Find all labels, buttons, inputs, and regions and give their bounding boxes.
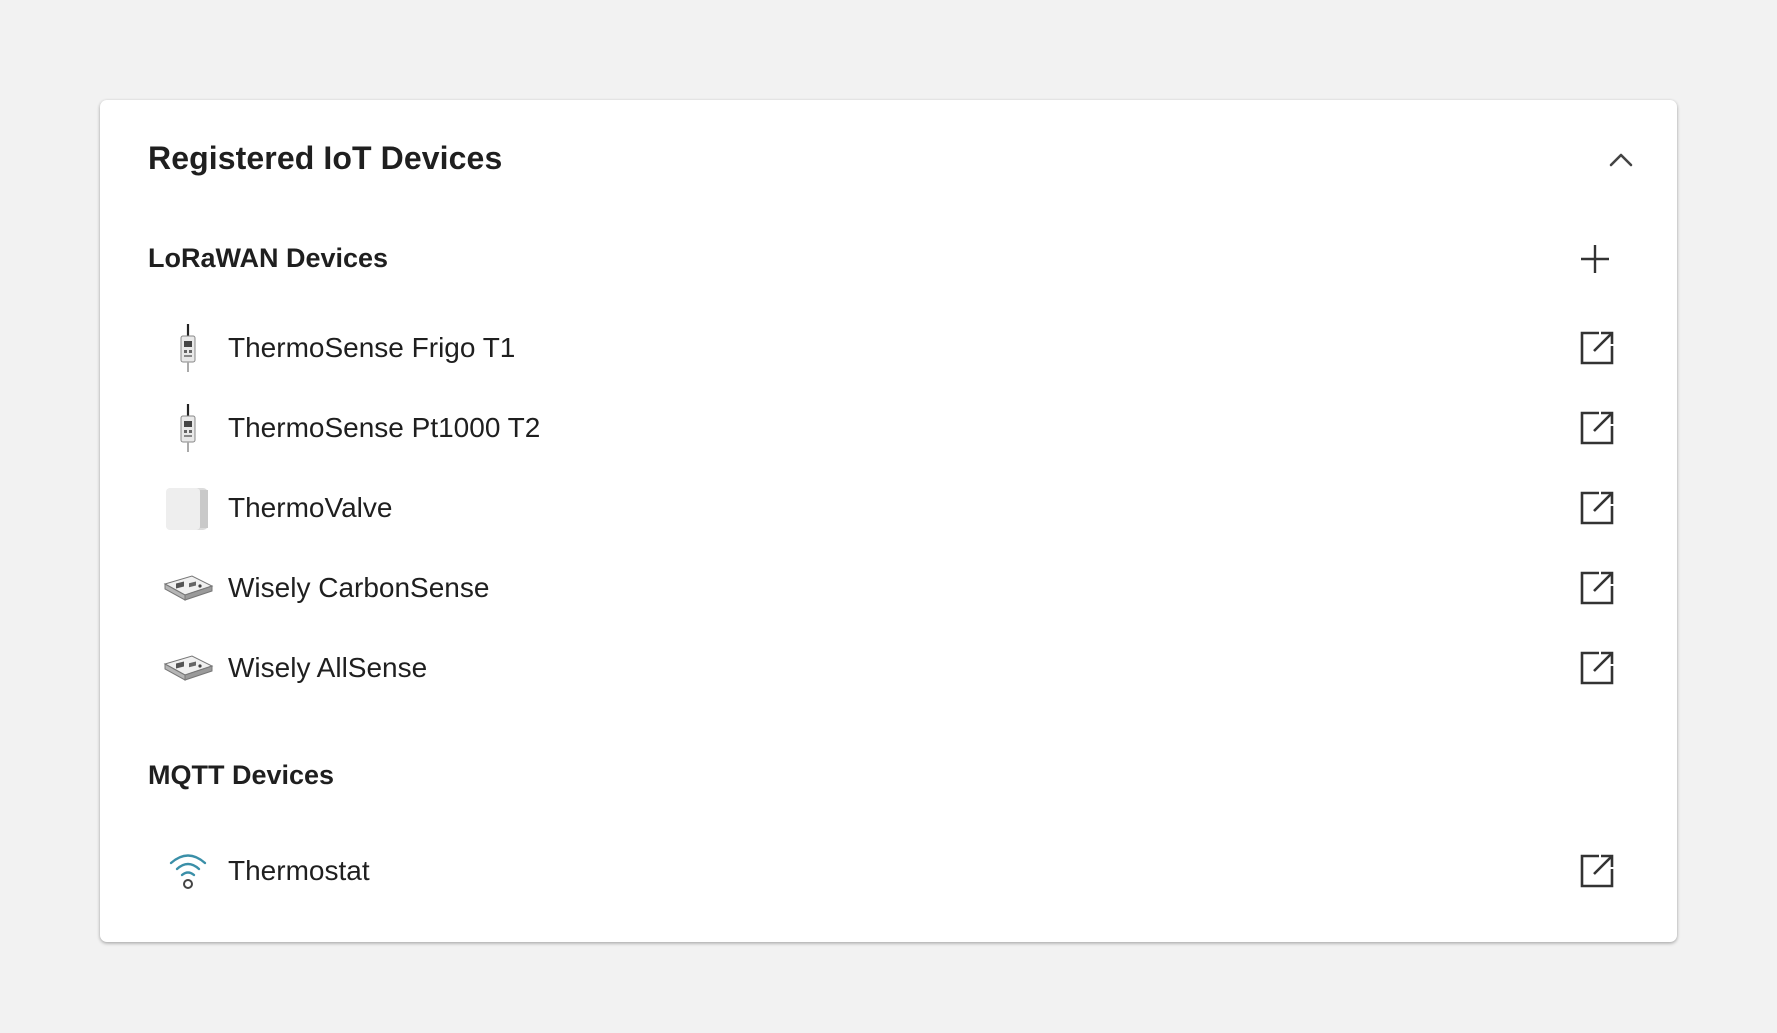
- list-item[interactable]: ThermoSense Pt1000 T2: [148, 388, 1629, 468]
- open-device-button[interactable]: [1577, 328, 1617, 368]
- open-in-new-icon: [1577, 568, 1617, 608]
- open-in-new-icon: [1577, 648, 1617, 688]
- open-in-new-icon: [1577, 328, 1617, 368]
- antenna-sensor-icon: [162, 402, 214, 454]
- device-name[interactable]: Wisely AllSense: [228, 652, 427, 684]
- open-device-button[interactable]: [1577, 568, 1617, 608]
- antenna-sensor-icon: [162, 322, 214, 374]
- add-device-button[interactable]: [1575, 239, 1615, 279]
- lorawan-section-title: LoRaWAN Devices: [148, 243, 389, 273]
- flat-sensor-icon: [162, 562, 214, 614]
- list-item[interactable]: Thermostat: [148, 831, 1629, 911]
- open-in-new-icon: [1577, 851, 1617, 891]
- device-name[interactable]: ThermoSense Frigo T1: [228, 332, 515, 364]
- list-item[interactable]: ThermoValve: [148, 468, 1629, 548]
- devices-card: Registered IoT Devices LoRaWAN Devices T…: [100, 100, 1677, 942]
- lorawan-device-list: ThermoSense Frigo T1 ThermoSense Pt1000 …: [148, 308, 1629, 708]
- open-in-new-icon: [1577, 488, 1617, 528]
- mqtt-device-list: Thermostat: [148, 831, 1629, 911]
- chevron-up-icon: [1609, 153, 1633, 167]
- plus-icon: [1581, 245, 1609, 273]
- device-name[interactable]: ThermoValve: [228, 492, 392, 524]
- open-in-new-icon: [1577, 408, 1617, 448]
- open-device-button[interactable]: [1577, 408, 1617, 448]
- list-item[interactable]: Wisely CarbonSense: [148, 548, 1629, 628]
- device-name[interactable]: Wisely CarbonSense: [228, 572, 489, 604]
- open-device-button[interactable]: [1577, 851, 1617, 891]
- list-item[interactable]: ThermoSense Frigo T1: [148, 308, 1629, 388]
- card-title: Registered IoT Devices: [148, 140, 503, 176]
- list-item[interactable]: Wisely AllSense: [148, 628, 1629, 708]
- mqtt-section-title: MQTT Devices: [148, 760, 335, 790]
- open-device-button[interactable]: [1577, 488, 1617, 528]
- open-device-button[interactable]: [1577, 648, 1617, 688]
- collapse-button[interactable]: [1603, 142, 1639, 178]
- wifi-signal-icon: [162, 845, 214, 897]
- valve-cube-icon: [162, 482, 214, 534]
- device-name[interactable]: ThermoSense Pt1000 T2: [228, 412, 540, 444]
- flat-sensor-icon: [162, 642, 214, 694]
- device-name[interactable]: Thermostat: [228, 855, 370, 887]
